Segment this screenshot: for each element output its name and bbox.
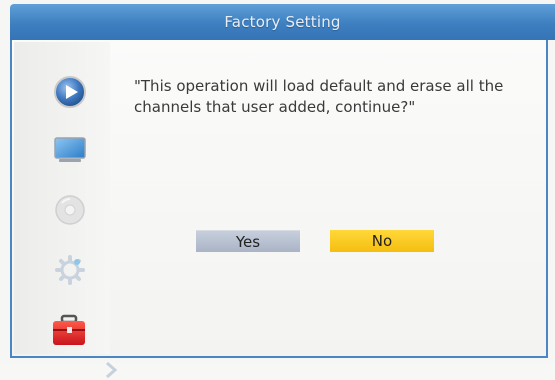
play-icon[interactable]: [50, 72, 90, 112]
gear-icon[interactable]: [50, 250, 90, 290]
yes-button[interactable]: Yes: [196, 230, 300, 252]
sidebar: [14, 42, 118, 379]
title-bar: Factory Setting: [10, 4, 555, 40]
factory-setting-screen: Factory Setting "This operation will loa…: [0, 0, 555, 379]
dialog-message: "This operation will load default and er…: [134, 77, 504, 116]
no-button[interactable]: No: [330, 230, 434, 252]
toolbox-icon[interactable]: [50, 310, 90, 350]
monitor-icon[interactable]: [50, 130, 90, 170]
disc-icon[interactable]: [50, 190, 90, 230]
page-title: Factory Setting: [224, 13, 341, 31]
chevron-right-icon: [106, 361, 118, 379]
